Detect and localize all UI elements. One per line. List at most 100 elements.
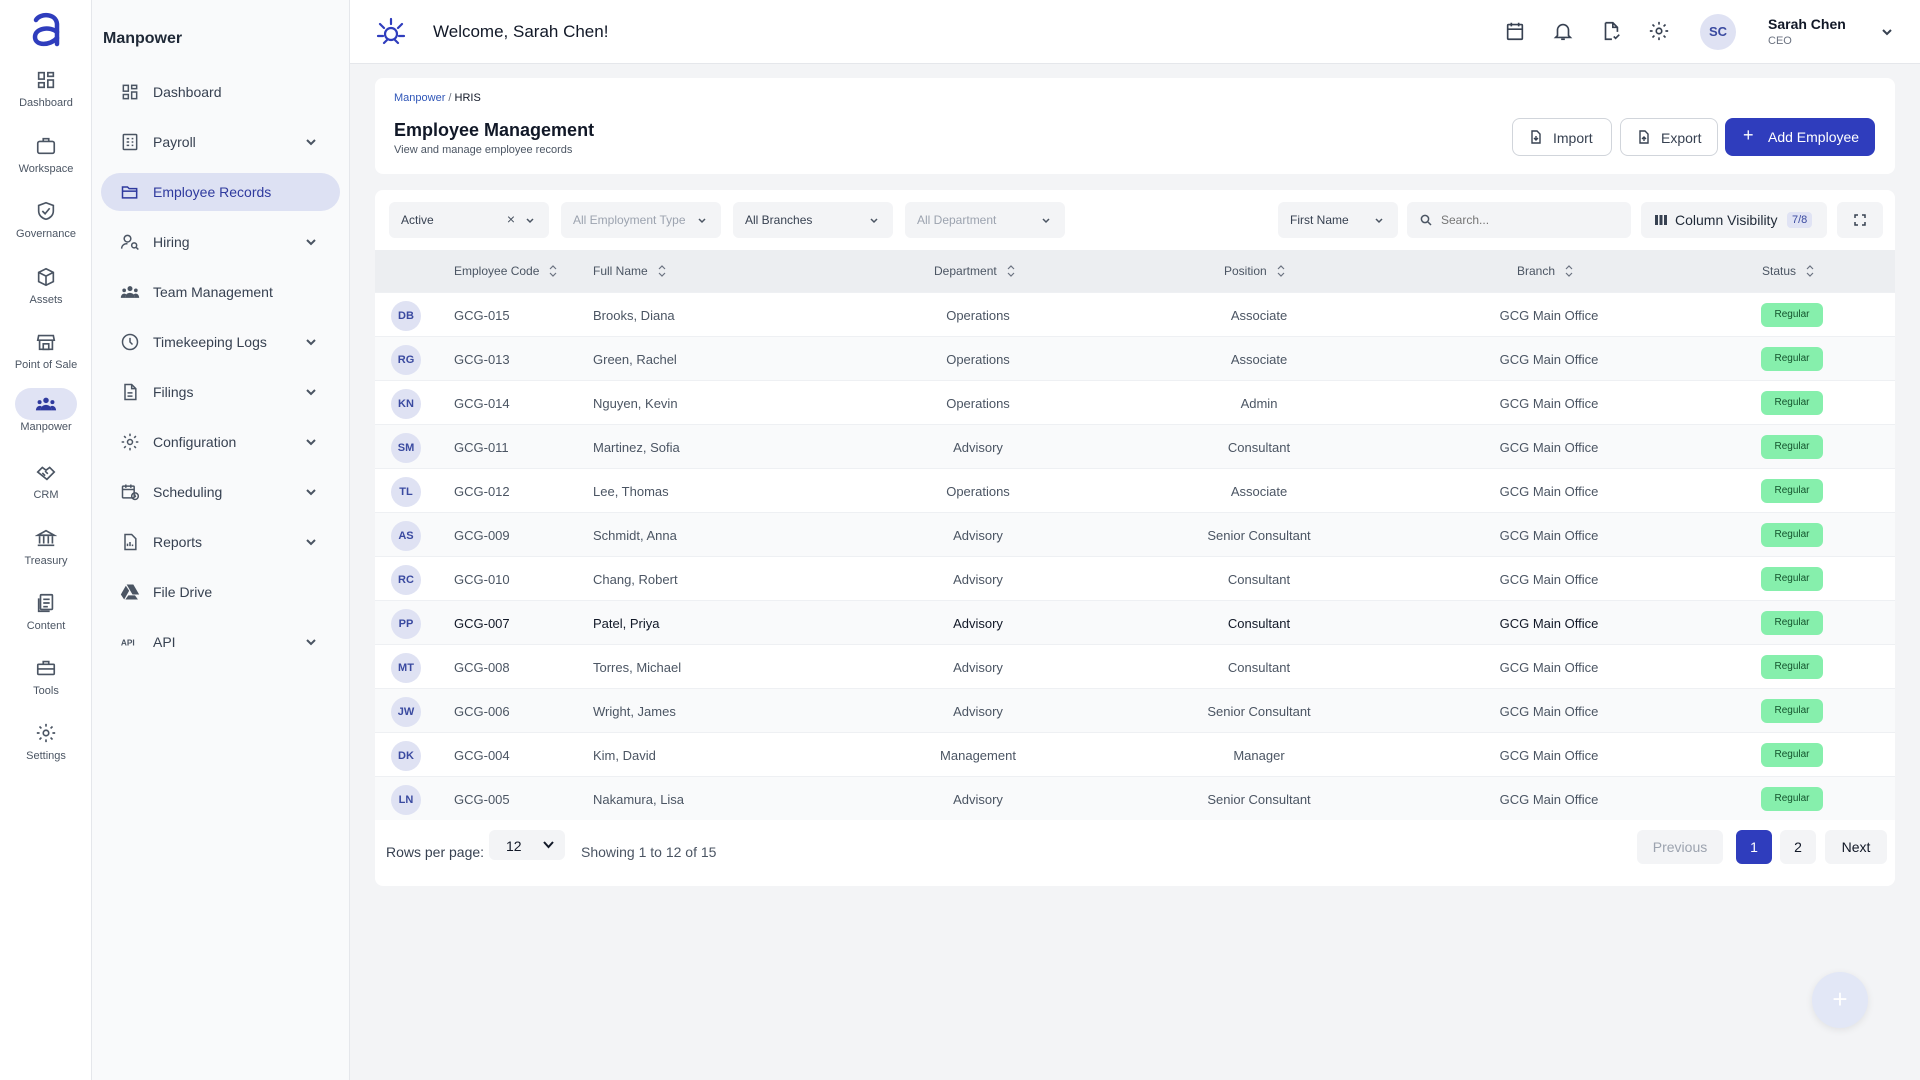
table-row[interactable]: DB GCG-015 Brooks, Diana Operations Associat… — [375, 292, 1895, 336]
sidebar-item-file-drive[interactable]: File Drive — [101, 573, 340, 611]
rail-item-settings[interactable]: Settings — [0, 717, 92, 777]
rail-item-point-of-sale[interactable]: Point of Sale — [0, 326, 92, 386]
export-button[interactable]: Export — [1620, 118, 1718, 156]
rail-item-workspace[interactable]: Workspace — [0, 130, 92, 190]
employee-department: Advisory — [953, 792, 1003, 807]
branches-filter-value: All Branches — [745, 213, 813, 227]
gear-icon — [121, 433, 139, 451]
rail-item-content[interactable]: Content — [0, 587, 92, 647]
user-name[interactable]: Sarah Chen — [1768, 16, 1846, 32]
rail-item-crm[interactable]: CRM — [0, 456, 92, 516]
sidebar-item-api[interactable]: API API — [101, 623, 340, 661]
branches-filter[interactable]: All Branches — [733, 202, 893, 238]
showing-count: Showing 1 to 12 of 15 — [581, 844, 717, 860]
payroll-icon — [122, 133, 138, 151]
chevron-down-icon[interactable] — [1880, 25, 1894, 39]
sidebar-item-reports[interactable]: Reports — [101, 523, 340, 561]
rail-item-governance[interactable]: Governance — [0, 195, 92, 255]
column-header-label: Employee Code — [454, 264, 540, 278]
table-row[interactable]: LN GCG-005 Nakamura, Lisa Advisory Senior Co… — [375, 776, 1895, 820]
column-header-status[interactable]: Status — [1762, 264, 1814, 278]
column-header-label: Department — [934, 264, 997, 278]
document-check-icon[interactable] — [1600, 20, 1622, 42]
next-page-button[interactable]: Next — [1825, 830, 1887, 864]
sidebar-item-employee-records[interactable]: Employee Records — [101, 173, 340, 211]
column-header-full-name[interactable]: Full Name — [593, 264, 666, 278]
employee-avatar: DB — [391, 301, 421, 331]
employee-position: Senior Consultant — [1207, 528, 1311, 543]
employee-position: Consultant — [1227, 572, 1291, 587]
chevron-down-icon — [306, 539, 316, 546]
sidebar-item-hiring[interactable]: Hiring — [101, 223, 340, 261]
previous-page-button[interactable]: Previous — [1637, 830, 1723, 864]
app-logo-icon[interactable] — [30, 10, 62, 50]
fullscreen-button[interactable] — [1837, 202, 1883, 238]
rail-item-tools[interactable]: Tools — [0, 652, 92, 712]
calendar-icon[interactable] — [1504, 20, 1526, 42]
column-header-department[interactable]: Department — [934, 264, 1015, 278]
settings-icon[interactable] — [1648, 20, 1670, 42]
employee-department: Advisory — [953, 528, 1003, 543]
table-row[interactable]: KN GCG-014 Nguyen, Kevin Operations Admin GCG… — [375, 380, 1895, 424]
api-icon: API — [121, 637, 135, 647]
page-1-button[interactable]: 1 — [1736, 830, 1772, 864]
sidebar-item-team-management[interactable]: Team Management — [101, 273, 340, 311]
employment-type-filter[interactable]: All Employment Type — [561, 202, 721, 238]
table-row[interactable]: DK GCG-004 Kim, David Management Manager GCG … — [375, 732, 1895, 776]
sidebar-item-scheduling[interactable]: Scheduling — [101, 473, 340, 511]
table-row[interactable]: JW GCG-006 Wright, James Advisory Senior Con… — [375, 688, 1895, 732]
table-row[interactable]: RC GCG-010 Chang, Robert Advisory Consultant… — [375, 556, 1895, 600]
rail-item-dashboard[interactable]: Dashboard — [0, 64, 92, 124]
page-2-button[interactable]: 2 — [1780, 830, 1816, 864]
sidebar-item-timekeeping-logs[interactable]: Timekeeping Logs — [101, 323, 340, 361]
sidebar-item-filings[interactable]: Filings — [101, 373, 340, 411]
import-button[interactable]: Import — [1512, 118, 1612, 156]
department-filter[interactable]: All Department — [905, 202, 1065, 238]
employee-code: GCG-010 — [454, 572, 510, 587]
clear-icon[interactable]: × — [507, 211, 515, 227]
status-filter[interactable]: Active × — [389, 202, 549, 238]
add-employee-button[interactable]: + Add Employee — [1725, 118, 1875, 156]
sidebar-item-dashboard[interactable]: Dashboard — [101, 73, 340, 111]
sort-field-select[interactable]: First Name — [1278, 202, 1398, 238]
rail-item-assets[interactable]: Assets — [0, 261, 92, 321]
module-sidebar: Manpower Dashboard Payroll Employee Reco… — [92, 0, 350, 1080]
rail-item-treasury[interactable]: Treasury — [0, 522, 92, 582]
column-header-position[interactable]: Position — [1224, 264, 1285, 278]
table-row[interactable]: MT GCG-008 Torres, Michael Advisory Consulta… — [375, 644, 1895, 688]
employee-code: GCG-012 — [454, 484, 510, 499]
employee-branch: GCG Main Office — [1499, 572, 1599, 587]
status-badge: Regular — [1761, 611, 1823, 635]
column-header-branch[interactable]: Branch — [1517, 264, 1573, 278]
import-label: Import — [1553, 130, 1593, 146]
floating-add-button[interactable]: + — [1812, 972, 1868, 1028]
sidebar-item-configuration[interactable]: Configuration — [101, 423, 340, 461]
search-box — [1407, 202, 1631, 238]
rows-per-page-select[interactable]: 12 — [489, 830, 565, 860]
rail-label: Assets — [29, 294, 63, 306]
column-visibility-button[interactable]: Column Visibility 7/8 — [1641, 202, 1827, 238]
sidebar-item-payroll[interactable]: Payroll — [101, 123, 340, 161]
drive-icon — [120, 584, 140, 600]
shield-check-icon — [15, 195, 77, 227]
employee-department: Operations — [946, 308, 1010, 323]
file-icon — [124, 383, 137, 401]
bell-icon[interactable] — [1552, 20, 1574, 42]
rail-item-manpower[interactable]: Manpower — [0, 388, 92, 448]
breadcrumb-manpower-link[interactable]: Manpower — [394, 92, 445, 104]
sidebar-item-label: Reports — [153, 534, 203, 550]
column-header-label: Status — [1762, 264, 1797, 278]
columns-icon — [1655, 215, 1667, 225]
status-badge: Regular — [1761, 391, 1823, 415]
column-header-employee-code[interactable]: Employee Code — [454, 264, 557, 278]
handshake-icon — [15, 456, 77, 488]
rail-label: Content — [26, 620, 66, 632]
table-row[interactable]: AS GCG-009 Schmidt, Anna Advisory Senior Con… — [375, 512, 1895, 556]
search-input[interactable] — [1441, 210, 1621, 230]
chevron-down-icon — [543, 841, 554, 849]
table-row[interactable]: SM GCG-011 Martinez, Sofia Advisory Consulta… — [375, 424, 1895, 468]
user-avatar[interactable]: SC — [1700, 14, 1736, 50]
table-row[interactable]: PP GCG-007 Patel, Priya Advisory Consultant G… — [375, 600, 1895, 644]
table-row[interactable]: TL GCG-012 Lee, Thomas Operations Associate G… — [375, 468, 1895, 512]
table-row[interactable]: RG GCG-013 Green, Rachel Operations Associat… — [375, 336, 1895, 380]
